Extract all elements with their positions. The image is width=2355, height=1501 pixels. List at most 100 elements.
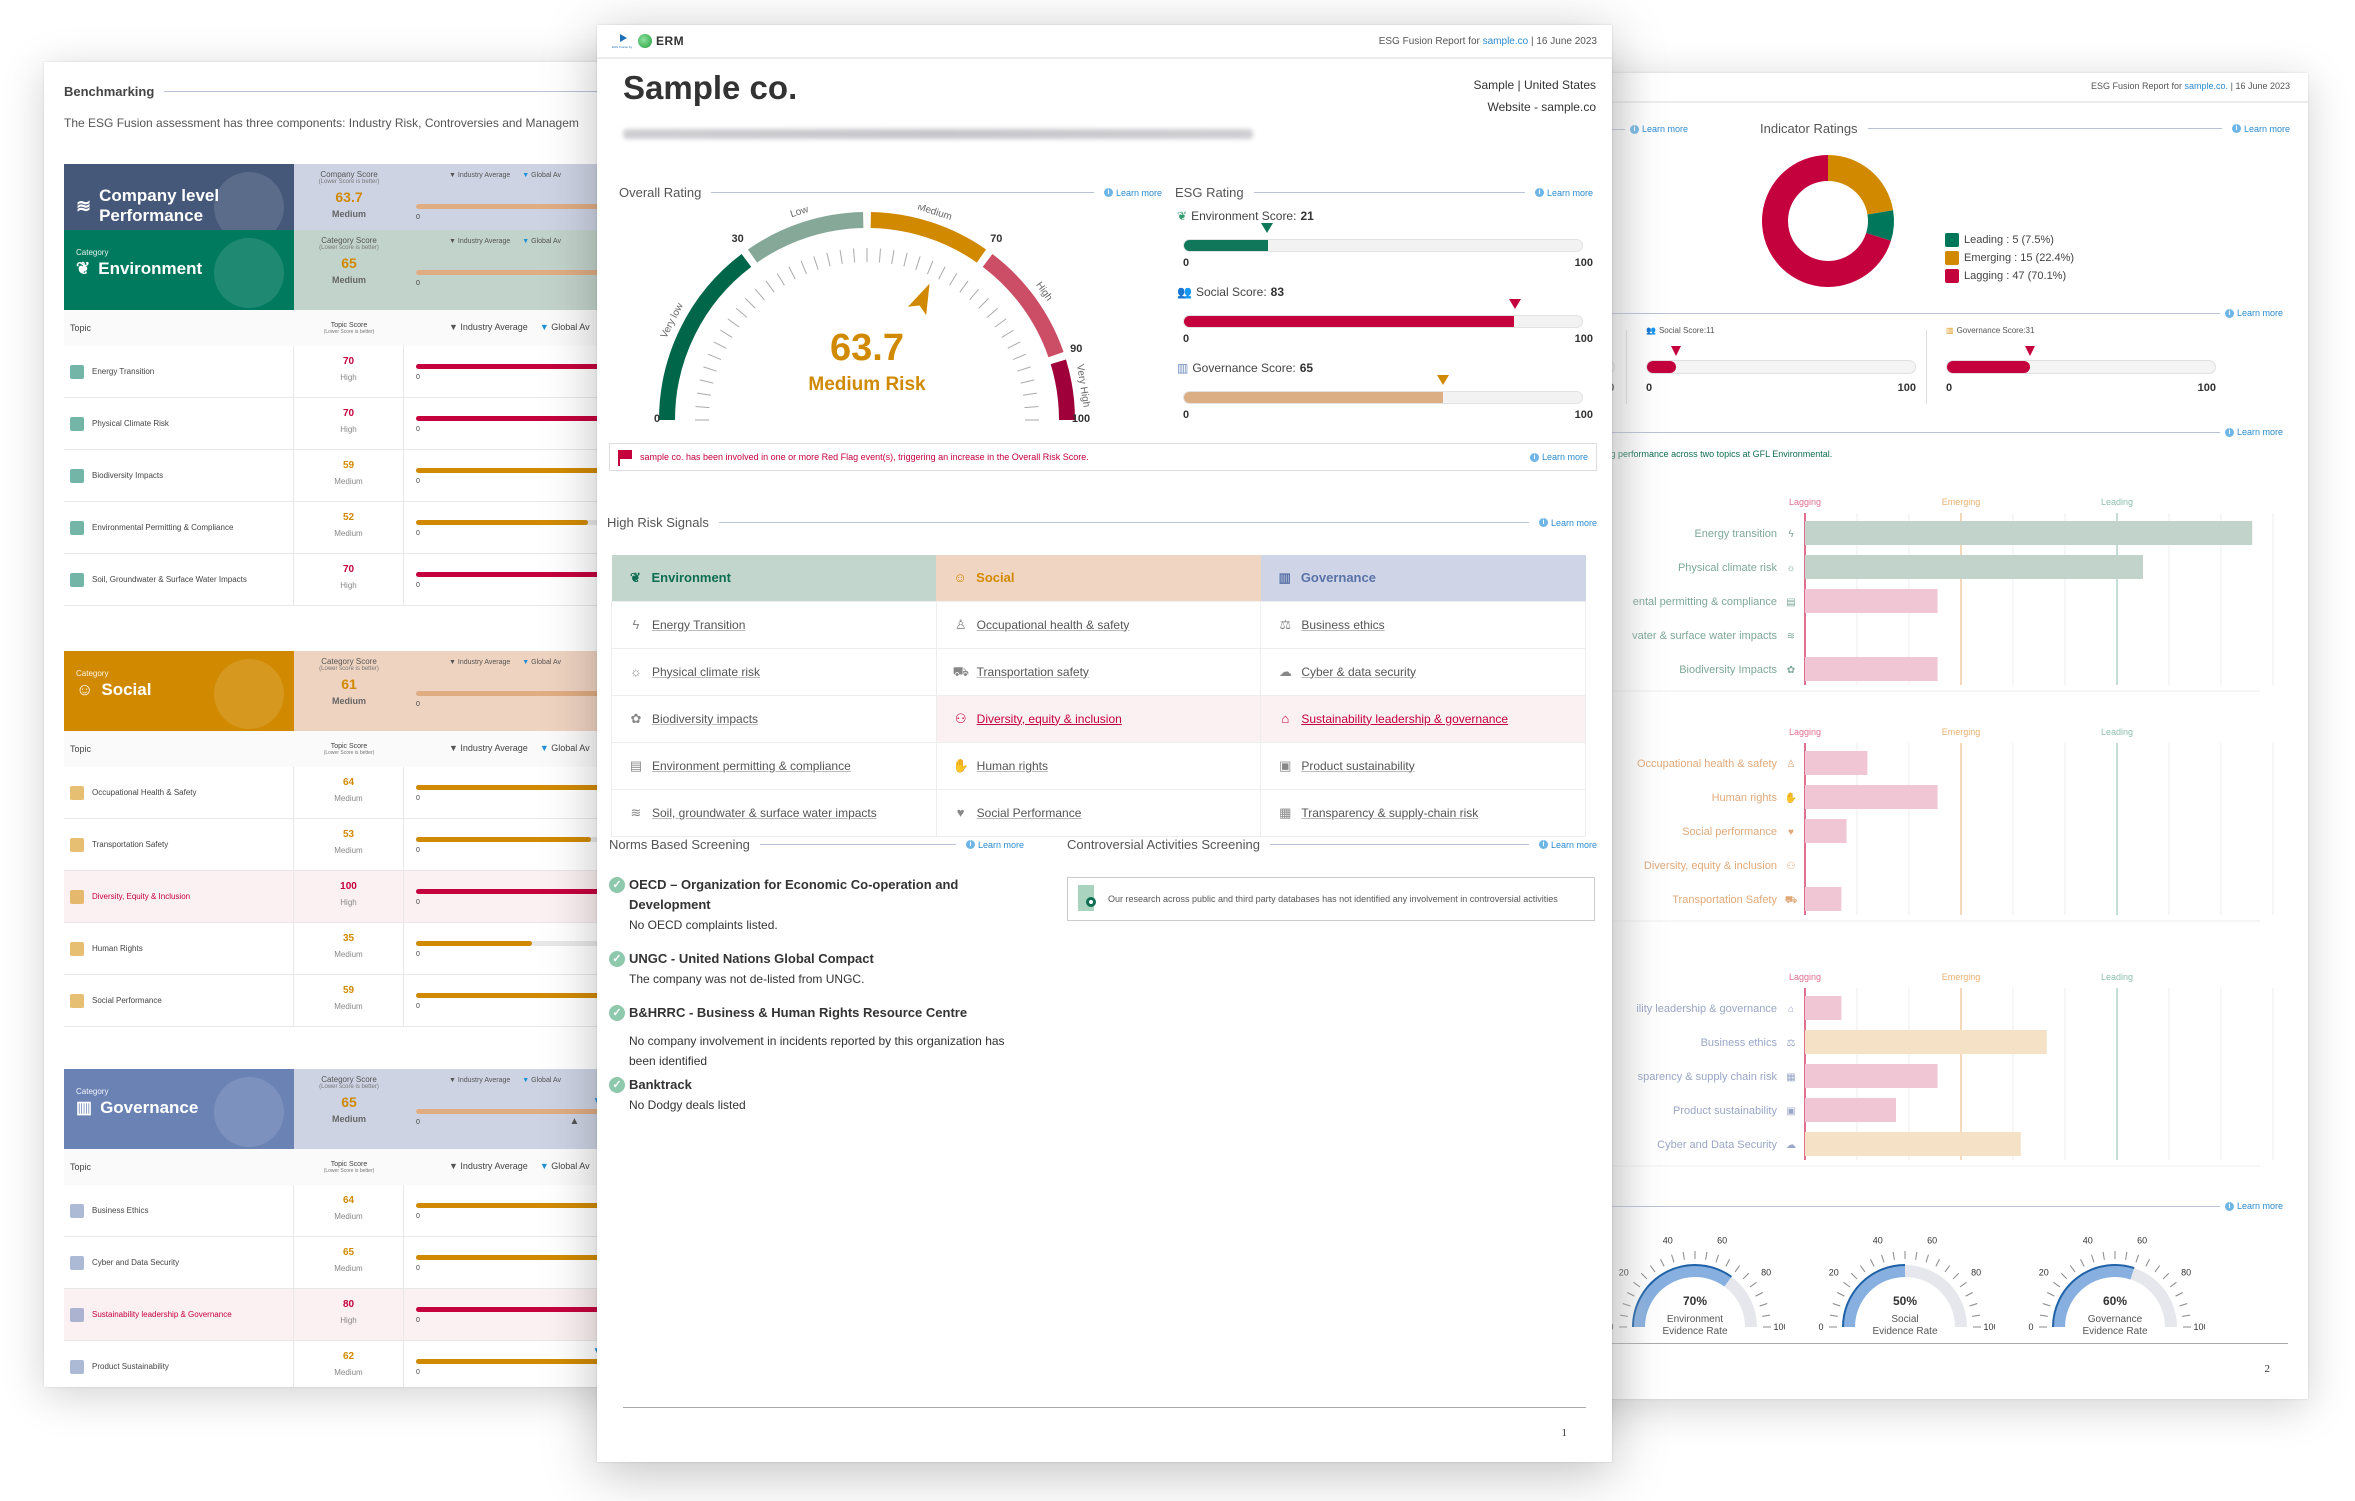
learn-more-link[interactable]: i Learn more	[2231, 124, 2290, 134]
hrs-topic-link[interactable]: Sustainability leadership & governance	[1301, 712, 1508, 726]
learn-more-link[interactable]: i Learn more	[1529, 452, 1588, 462]
gauge-tick	[2162, 1272, 2170, 1280]
topic-row: Soil, Groundwater & Surface Water Impact…	[64, 554, 654, 606]
learn-more-link[interactable]: i Learn more	[2225, 427, 2283, 437]
indicator-ratings-section: Indicator Ratings i Learn more Leading :…	[1760, 121, 2290, 287]
axis-label-emerging: Emerging	[1942, 497, 1981, 507]
sustainability-leadership-governance-icon: ⌂	[1281, 710, 1290, 726]
hrs-topic-link[interactable]: Business ethics	[1301, 618, 1384, 632]
hrs-topic-link[interactable]: Transportation safety	[977, 665, 1089, 679]
gauge-tick	[1965, 1292, 1973, 1297]
product-sustainability-icon: ▣	[1786, 1106, 1795, 1117]
gauge-tick	[2175, 1292, 2183, 1297]
industry-average-icon: ▼	[449, 659, 458, 666]
score-label: Governance Score:31	[1956, 326, 2035, 335]
hrs-topic-link[interactable]: Cyber & data security	[1301, 665, 1416, 679]
svg-text:Evidence Rate: Evidence Rate	[1872, 1326, 1937, 1337]
gauge-tick	[707, 353, 722, 360]
hrs-topic-link[interactable]: Energy Transition	[652, 618, 745, 632]
learn-more-link[interactable]: i Learn more	[1534, 188, 1593, 198]
gauge-tick	[765, 280, 775, 293]
gauge-tick	[891, 250, 895, 265]
gauge-tick	[1952, 1272, 1960, 1280]
norm-title: Banktrack	[629, 1077, 692, 1092]
human-rights-icon	[70, 941, 84, 956]
topic-name: Human Rights	[92, 944, 143, 953]
learn-more-link[interactable]: i Learn more	[2225, 308, 2283, 318]
benchmark-legend: ▼ Industry Average ▼ Global Av	[449, 659, 561, 666]
gauge-tick	[735, 307, 748, 318]
topic-name: Transportation Safety	[92, 840, 169, 849]
learn-more-link[interactable]: i Learn more	[1630, 124, 1688, 134]
indicator-label: Transportation Safety	[1672, 894, 1777, 906]
hrs-topic-link[interactable]: Environment permitting & compliance	[652, 759, 851, 773]
gauge-tick	[994, 318, 1007, 328]
gauge-tick-label: 60	[2137, 1235, 2147, 1245]
hrs-topic-link[interactable]: Product sustainability	[1301, 759, 1414, 773]
industry-average-marker: ▲	[569, 1116, 580, 1127]
info-icon: i	[1538, 840, 1548, 849]
hrs-topic-link[interactable]: Soil, groundwater & surface water impact…	[652, 806, 877, 820]
hrs-topic-link[interactable]: Transparency & supply-chain risk	[1301, 806, 1478, 820]
gauge-tick	[959, 280, 969, 293]
industry-average-icon: ▼	[449, 172, 458, 179]
company-link[interactable]: sample.co.	[2185, 81, 2229, 91]
gauge-tick	[2060, 1272, 2068, 1280]
hrs-topic-link[interactable]: Diversity, equity & inclusion	[977, 712, 1122, 726]
benchmark-legend: ▼ Industry Average ▼ Global Av	[449, 322, 590, 332]
hrs-topic-link[interactable]: Social Performance	[977, 806, 1082, 820]
hrs-cell: ✋ Human rights	[935, 741, 1262, 790]
hrs-topic-link[interactable]: Human rights	[977, 759, 1048, 773]
score-fill	[1647, 361, 1677, 373]
gauge-tick-label: 20	[1829, 1267, 1839, 1277]
environmental-permitting-compliance-icon	[70, 520, 84, 535]
info-icon: i	[1538, 518, 1548, 527]
management-scores: 100 👥Social Score:110100▥Governance Scor…	[1560, 318, 2308, 408]
topic-name: Environmental Permitting & Compliance	[92, 523, 234, 532]
report-page-2: ESG Fusion Report for sample.co. | 16 Ju…	[1560, 73, 2308, 1399]
learn-more-link[interactable]: i Learn more	[1538, 840, 1597, 850]
category-header: Category ▥ Governance Category Score (Lower …	[64, 1069, 654, 1149]
gauge-tick	[1660, 1259, 1665, 1267]
learn-more-link[interactable]: i Learn more	[1103, 188, 1162, 198]
axis-label-leading: Leading	[2101, 727, 2133, 737]
info-icon: i	[2225, 1201, 2234, 1211]
gauge-tick	[697, 392, 712, 396]
learn-more-link[interactable]: i Learn more	[1538, 518, 1597, 528]
learn-more-link[interactable]: i Learn more	[965, 840, 1024, 850]
topic-score: 35	[342, 933, 355, 944]
learn-more-link[interactable]: i Learn more	[2225, 1201, 2283, 1211]
biodiversity-impacts-icon: ✿	[1787, 665, 1795, 676]
gauge-tick	[1881, 1254, 1885, 1263]
topic-level: High	[340, 898, 357, 907]
environment-permitting-compliance-icon: ▤	[629, 757, 643, 773]
global-average-icon: ▼	[522, 1077, 532, 1084]
info-icon: i	[1529, 452, 1539, 462]
hrs-topic-link[interactable]: Occupational health & safety	[977, 618, 1130, 632]
gauge-tick	[2091, 1254, 2095, 1263]
controversial-title: Controversial Activities Screening	[1067, 837, 1260, 852]
indicator-bar	[1805, 1098, 1896, 1122]
norm-item: ✓ Banktrack No Dodgy deals listed	[609, 1075, 1024, 1115]
axis-label-leading: Leading	[2101, 497, 2133, 507]
building-icon: ▥	[1177, 361, 1189, 375]
gauge-tick-label: 70	[990, 233, 1002, 245]
human-rights-icon: ✋	[1785, 791, 1797, 804]
category-level: Medium	[331, 1114, 366, 1124]
topic-name: Social Performance	[92, 996, 162, 1005]
axis-label-emerging: Emerging	[1942, 727, 1981, 737]
hrs-topic-link[interactable]: Physical climate risk	[652, 665, 760, 679]
topic-score: 70	[342, 408, 355, 419]
company-link[interactable]: sample.co	[1483, 36, 1529, 47]
layers-icon: ≋	[76, 196, 92, 216]
hrs-topic-link[interactable]: Biodiversity impacts	[652, 712, 758, 726]
gauge-tick	[927, 260, 934, 275]
topic-level: Medium	[334, 794, 363, 803]
benchmarking-description: The ESG Fusion assessment has three comp…	[64, 116, 579, 130]
topic-row: Biodiversity Impacts59Medium0▼▲	[64, 450, 654, 502]
category-block-social: Category ☺ Social Category Score (Lower scor…	[64, 651, 654, 1027]
hrs-row: ϟ Energy Transition ♙ Occupational health &…	[611, 600, 1586, 649]
indicator-label: Occupational health & safety	[1637, 758, 1778, 770]
gauge-tick	[1959, 1281, 1967, 1288]
benchmark-legend: ▼ Industry Average ▼ Global Av	[449, 1077, 561, 1084]
